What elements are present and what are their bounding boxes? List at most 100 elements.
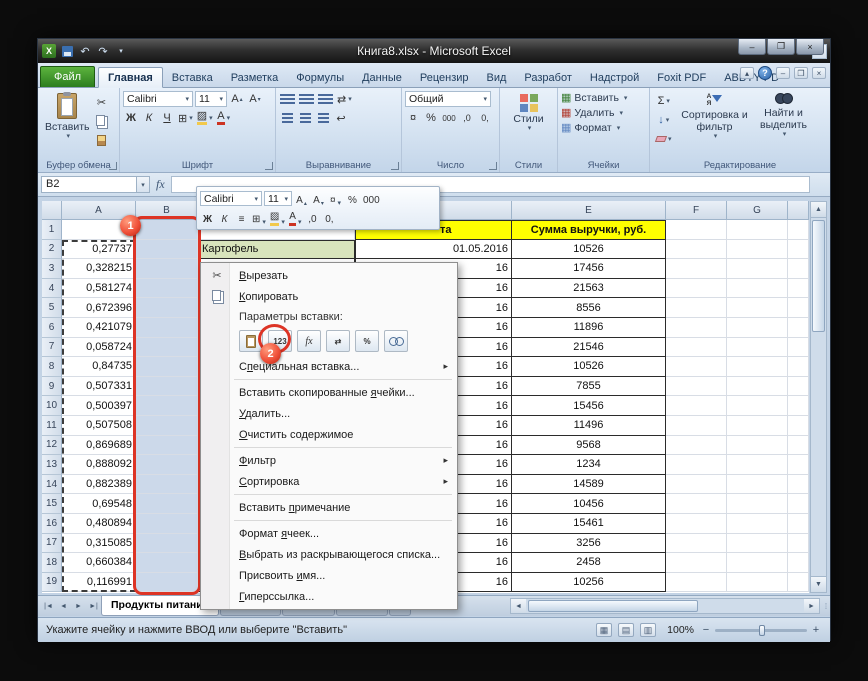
cell-E19[interactable]: 10256 — [512, 573, 666, 593]
align-right-icon[interactable] — [315, 110, 331, 126]
format-cells-button[interactable]: ▦ Формат ▾ — [561, 121, 646, 134]
cell-A13[interactable]: 0,888092 — [62, 455, 136, 475]
cell-B11[interactable] — [136, 416, 198, 436]
cell-x15[interactable] — [788, 494, 809, 514]
row-header-19[interactable]: 19 — [42, 573, 62, 593]
increase-decimal-icon[interactable]: ,0 — [305, 210, 320, 226]
cell-B15[interactable] — [136, 494, 198, 514]
cell-A17[interactable]: 0,315085 — [62, 534, 136, 554]
cell-B6[interactable] — [136, 318, 198, 338]
decrease-decimal-icon[interactable]: 0, — [322, 210, 337, 226]
clipboard-dialog-launcher[interactable] — [109, 162, 117, 170]
menu-item-7[interactable]: Удалить... — [203, 403, 455, 424]
align-top-icon[interactable] — [279, 91, 296, 107]
cell-G18[interactable] — [727, 553, 788, 573]
cell-C2[interactable]: Картофель — [198, 240, 355, 260]
cell-B9[interactable] — [136, 377, 198, 397]
cell-x8[interactable] — [788, 357, 809, 377]
styles-button[interactable]: Стили ▾ — [503, 91, 554, 135]
cell-G10[interactable] — [727, 396, 788, 416]
row-header-4[interactable]: 4 — [42, 279, 62, 299]
cell-G13[interactable] — [727, 455, 788, 475]
cell-x18[interactable] — [788, 553, 809, 573]
borders-icon[interactable]: ⊞▾ — [177, 110, 194, 126]
bold-icon[interactable]: Ж — [200, 210, 215, 226]
zoom-thumb[interactable] — [759, 625, 765, 636]
zoom-track[interactable] — [715, 629, 807, 632]
menu-item-13[interactable]: Вставить примечание — [203, 497, 455, 518]
delete-cells-button[interactable]: ▦ Удалить ▾ — [561, 106, 646, 119]
cell-x17[interactable] — [788, 534, 809, 554]
cell-A6[interactable]: 0,421079 — [62, 318, 136, 338]
cell-A12[interactable]: 0,869689 — [62, 436, 136, 456]
cell-F13[interactable] — [666, 455, 727, 475]
horizontal-scroll-track[interactable] — [526, 599, 804, 613]
cell-G9[interactable] — [727, 377, 788, 397]
cell-B10[interactable] — [136, 396, 198, 416]
cell-F17[interactable] — [666, 534, 727, 554]
cell-G14[interactable] — [727, 475, 788, 495]
save-icon[interactable] — [60, 44, 74, 58]
help-icon[interactable]: ? — [758, 66, 772, 80]
qat-dropdown-icon[interactable]: ▾ — [114, 44, 128, 58]
borders-icon[interactable]: ⊞▾ — [251, 210, 267, 226]
cell-E15[interactable]: 10456 — [512, 494, 666, 514]
next-sheet-icon[interactable]: ► — [71, 596, 86, 616]
close-button[interactable]: × — [796, 39, 824, 55]
cell-E16[interactable]: 15461 — [512, 514, 666, 534]
cell-B3[interactable] — [136, 259, 198, 279]
cell-E6[interactable]: 11896 — [512, 318, 666, 338]
cell-B4[interactable] — [136, 279, 198, 299]
name-box-dropdown-icon[interactable]: ▾ — [137, 176, 150, 193]
cell-F5[interactable] — [666, 298, 727, 318]
cell-E3[interactable]: 17456 — [512, 259, 666, 279]
cell-E14[interactable]: 14589 — [512, 475, 666, 495]
cell-A1[interactable] — [62, 220, 136, 240]
row-header-12[interactable]: 12 — [42, 436, 62, 456]
row-header-11[interactable]: 11 — [42, 416, 62, 436]
fill-color-icon[interactable]: ▨▾ — [196, 110, 214, 126]
zoom-level[interactable]: 100% — [662, 624, 694, 636]
menu-item-11[interactable]: Сортировка▸ — [203, 471, 455, 492]
fill-icon[interactable]: ↓▾ — [655, 112, 673, 128]
cell-E5[interactable]: 8556 — [512, 298, 666, 318]
cell-E12[interactable]: 9568 — [512, 436, 666, 456]
percent-style-icon[interactable]: % — [345, 191, 360, 207]
cell-G4[interactable] — [727, 279, 788, 299]
cell-A11[interactable]: 0,507508 — [62, 416, 136, 436]
cell-G1[interactable] — [727, 220, 788, 240]
cell-B1[interactable] — [136, 220, 198, 240]
menu-item-15[interactable]: Формат ячеек... — [203, 523, 455, 544]
cell-G11[interactable] — [727, 416, 788, 436]
cell-G19[interactable] — [727, 573, 788, 593]
align-bottom-icon[interactable] — [317, 91, 334, 107]
cell-E11[interactable]: 11496 — [512, 416, 666, 436]
cell-F7[interactable] — [666, 338, 727, 358]
align-center-icon[interactable] — [297, 110, 313, 126]
cell-B18[interactable] — [136, 553, 198, 573]
first-sheet-icon[interactable]: |◄ — [41, 596, 56, 616]
cell-x11[interactable] — [788, 416, 809, 436]
row-header-17[interactable]: 17 — [42, 534, 62, 554]
cell-E13[interactable]: 1234 — [512, 455, 666, 475]
bold-icon[interactable]: Ж — [123, 110, 139, 126]
cell-B12[interactable] — [136, 436, 198, 456]
cell-E4[interactable]: 21563 — [512, 279, 666, 299]
zoom-out-icon[interactable]: − — [700, 624, 712, 636]
align-middle-icon[interactable] — [298, 91, 315, 107]
cell-F16[interactable] — [666, 514, 727, 534]
cell-G12[interactable] — [727, 436, 788, 456]
row-header-14[interactable]: 14 — [42, 475, 62, 495]
horizontal-scroll-thumb[interactable] — [528, 600, 698, 612]
name-box[interactable]: B2 — [41, 176, 137, 193]
align-left-icon[interactable] — [279, 110, 295, 126]
cell-A15[interactable]: 0,69548 — [62, 494, 136, 514]
menu-item-16[interactable]: Выбрать из раскрывающегося списка... — [203, 544, 455, 565]
cell-F19[interactable] — [666, 573, 727, 593]
cell-E18[interactable]: 2458 — [512, 553, 666, 573]
cell-F12[interactable] — [666, 436, 727, 456]
cell-F11[interactable] — [666, 416, 727, 436]
font-size-combo[interactable]: 11 ▾ — [195, 91, 227, 107]
menu-item-0[interactable]: ✂Вырезать — [203, 265, 455, 286]
increase-decimal-icon[interactable]: ,0 — [459, 110, 475, 126]
